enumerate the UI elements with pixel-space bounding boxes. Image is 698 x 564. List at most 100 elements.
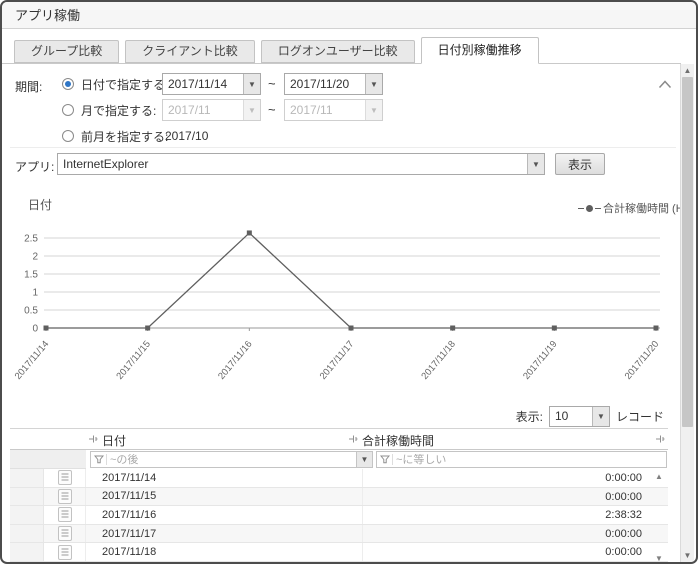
chevron-down-icon: ▼ (243, 100, 260, 120)
month-to-combo: ▼ (284, 99, 383, 121)
date-from-combo[interactable]: ▼ (162, 73, 261, 95)
records-combo[interactable]: ▼ (548, 405, 610, 427)
grid-filter-row: ▼ (10, 450, 668, 469)
chevron-down-icon[interactable]: ▼ (591, 406, 609, 426)
legend-dot-icon (586, 204, 593, 212)
chart-area: 0 0.5 1 1.5 2 2.5 2017/11/14 2017/11/15 2017/11/… (6, 222, 678, 402)
time-filter[interactable] (376, 451, 667, 468)
scroll-up-icon[interactable]: ▲ (681, 64, 694, 77)
table-row[interactable]: 2017/11/17 0:00:00 (10, 524, 668, 544)
svg-text:2017/11/14: 2017/11/14 (13, 339, 52, 382)
svg-text:2017/11/17: 2017/11/17 (318, 339, 357, 382)
time-filter-input[interactable] (396, 453, 666, 466)
records-row: 表示: ▼ レコード (516, 405, 664, 427)
filter-separator (106, 454, 107, 465)
radio-by-month[interactable] (62, 104, 74, 116)
time-cell: 0:00:00 (362, 487, 650, 506)
row-icon-cell (44, 469, 86, 487)
detail-document-icon[interactable] (57, 507, 72, 523)
radio-by-date-label: 日付で指定する: (81, 77, 169, 92)
row-selector-cell[interactable] (10, 469, 44, 487)
page-title: アプリ稼働 (15, 8, 81, 23)
svg-text:1: 1 (32, 288, 38, 299)
chart-title: 日付 (28, 198, 53, 212)
row-selector-cell[interactable] (10, 506, 44, 524)
table-row[interactable]: 2017/11/14 0:00:00 (10, 469, 668, 488)
records-input[interactable] (549, 406, 592, 426)
radio-by-date[interactable] (62, 78, 74, 90)
detail-document-icon[interactable] (57, 470, 72, 486)
title-bar: アプリ稼働 (2, 2, 696, 29)
radio-prev-month-label: 前月を指定する: (81, 129, 169, 144)
time-cell: 2:38:32 (362, 506, 650, 524)
time-cell: 0:00:00 (362, 524, 650, 543)
show-button[interactable]: 表示 (555, 153, 606, 175)
col-header-total-time[interactable]: 合計稼働時間 (362, 432, 434, 449)
funnel-icon (94, 455, 104, 464)
table-row[interactable]: 2017/11/15 0:00:00 (10, 487, 668, 507)
row-selector-cell[interactable] (10, 524, 44, 543)
date-from-input[interactable] (163, 74, 243, 94)
chart-legend: 合計稼働時間 (H) (578, 200, 687, 216)
date-cell: 2017/11/16 (102, 508, 157, 521)
date-to-input[interactable] (285, 74, 365, 94)
tab-group-compare[interactable]: グループ比較 (14, 40, 120, 63)
app-input[interactable] (58, 154, 527, 174)
funnel-icon (380, 455, 390, 464)
table-row[interactable]: 2017/11/16 2:38:32 (10, 506, 668, 525)
table-row[interactable]: 2017/11/18 0:00:00 (10, 543, 668, 562)
tab-daily-trend[interactable]: 日付別稼働推移 (420, 37, 539, 64)
table-scrollbar[interactable]: ▲ ▼ (652, 469, 668, 563)
detail-document-icon[interactable] (57, 544, 72, 560)
time-cell: 0:00:00 (362, 469, 650, 487)
data-grid: 日付 合計稼働時間 ▼ (10, 428, 668, 563)
scroll-down-icon[interactable]: ▼ (655, 555, 665, 563)
svg-text:2017/11/16: 2017/11/16 (216, 339, 255, 382)
chevron-down-icon[interactable]: ▼ (527, 154, 544, 174)
range-separator: ~ (268, 102, 276, 117)
legend-line-icon (578, 207, 584, 209)
tab-client-compare[interactable]: クライアント比較 (125, 40, 255, 63)
legend-line-icon (595, 207, 601, 209)
scrollbar-thumb[interactable] (682, 77, 693, 427)
page-scrollbar[interactable]: ▲ ▼ (680, 64, 694, 562)
svg-text:0.5: 0.5 (24, 306, 38, 317)
row-icon-cell (44, 506, 86, 524)
scroll-down-icon[interactable]: ▼ (681, 549, 694, 562)
svg-text:1.5: 1.5 (24, 270, 38, 281)
chevron-down-icon[interactable]: ▼ (356, 452, 372, 467)
col-header-date[interactable]: 日付 (102, 432, 126, 449)
date-filter-input[interactable] (110, 453, 356, 466)
chevron-down-icon[interactable]: ▼ (243, 74, 260, 94)
chevron-down-icon: ▼ (365, 100, 382, 120)
records-label: 表示: (515, 409, 543, 424)
app-combo[interactable]: ▼ (57, 153, 545, 175)
filter-row-stub (10, 450, 86, 469)
scroll-up-icon[interactable]: ▲ (655, 473, 665, 481)
date-filter[interactable]: ▼ (90, 451, 373, 468)
app-label: アプリ: (15, 160, 55, 174)
row-selector-cell[interactable] (10, 487, 44, 506)
tab-logon-user-compare[interactable]: ログオンユーザー比較 (260, 40, 415, 63)
collapse-chevron-icon[interactable] (658, 80, 672, 89)
radio-prev-month[interactable] (62, 130, 74, 142)
row-selector-cell[interactable] (10, 543, 44, 561)
pin-icon[interactable] (88, 434, 98, 444)
records-suffix: レコード (615, 409, 664, 424)
svg-text:2017/11/19: 2017/11/19 (521, 339, 560, 382)
row-icon-cell (44, 543, 86, 561)
row-icon-cell (44, 487, 86, 506)
pin-icon[interactable] (655, 434, 665, 444)
detail-document-icon[interactable] (57, 526, 72, 542)
svg-text:2: 2 (32, 252, 38, 263)
radio-by-month-label: 月で指定する: (81, 103, 157, 118)
detail-document-icon[interactable] (57, 488, 72, 504)
section-divider (10, 147, 676, 148)
pin-icon[interactable] (348, 434, 358, 444)
svg-text:2017/11/20: 2017/11/20 (623, 339, 662, 382)
period-label: 期間: (15, 80, 43, 94)
chevron-down-icon[interactable]: ▼ (365, 74, 382, 94)
date-to-combo[interactable]: ▼ (284, 73, 383, 95)
month-from-input (163, 100, 243, 120)
filter-separator (392, 454, 393, 465)
